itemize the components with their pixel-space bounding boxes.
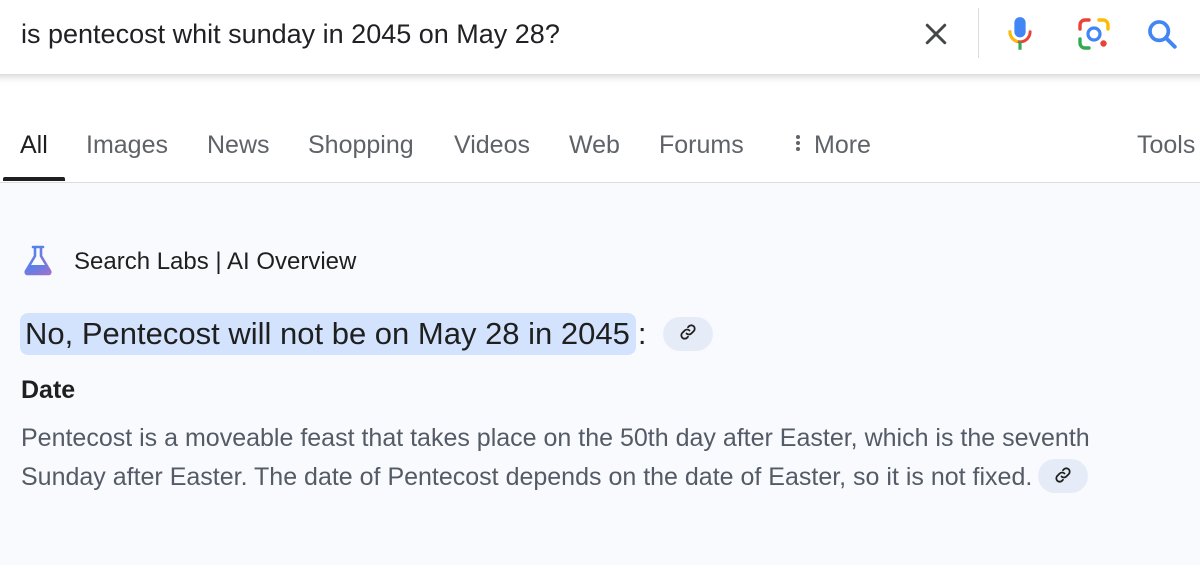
tab-more-label: More [814, 131, 871, 159]
answer-colon: : [637, 316, 647, 351]
ai-overview-title: Search Labs | AI Overview [74, 248, 357, 275]
tab-tools[interactable]: Tools [1137, 124, 1195, 166]
more-vert-icon [796, 133, 802, 153]
section-heading-date: Date [21, 376, 76, 404]
ai-overview-header: Search Labs | AI Overview [22, 242, 356, 282]
tab-all[interactable]: All [20, 124, 48, 166]
tab-forums[interactable]: Forums [659, 124, 744, 166]
answer-body: Pentecost is a moveable feast that takes… [21, 419, 1161, 497]
search-tabs: All Images News Shopping Videos Web Foru… [0, 0, 1200, 184]
answer-body-text: Pentecost is a moveable feast that takes… [21, 424, 1090, 491]
source-link-button[interactable] [662, 317, 713, 351]
ai-overview-panel: Search Labs | AI Overview No, Pentecost … [0, 183, 1200, 565]
active-tab-indicator [3, 177, 65, 181]
flask-icon [22, 244, 54, 281]
tab-videos[interactable]: Videos [454, 124, 530, 166]
source-link-button[interactable] [1038, 457, 1089, 496]
tab-more[interactable]: More [796, 124, 871, 166]
link-icon [679, 323, 697, 346]
link-icon [1054, 457, 1072, 496]
tab-web[interactable]: Web [569, 124, 620, 166]
ai-answer: No, Pentecost will not be on May 28 in 2… [20, 313, 713, 355]
answer-highlight: No, Pentecost will not be on May 28 in 2… [20, 313, 636, 355]
tab-shopping[interactable]: Shopping [308, 124, 414, 166]
tab-images[interactable]: Images [86, 124, 168, 166]
tab-news[interactable]: News [207, 124, 270, 166]
